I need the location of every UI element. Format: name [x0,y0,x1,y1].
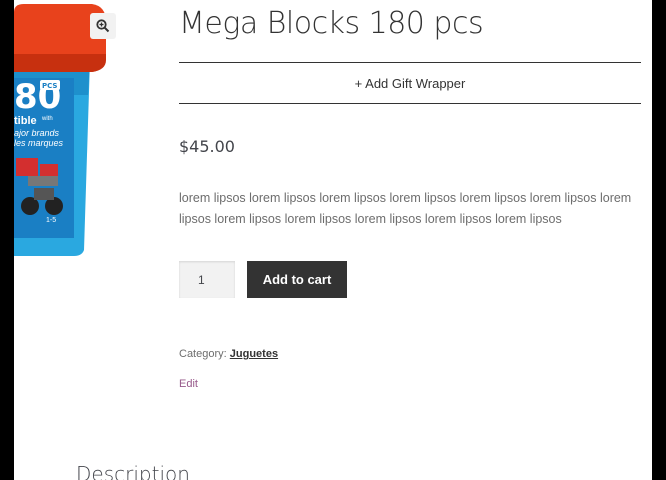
box-text-1: tible [14,115,37,127]
add-to-cart-button[interactable]: Add to cart [247,261,347,298]
zoom-button[interactable] [90,13,116,39]
product-price: $45.00 [179,137,235,156]
product-title: Mega Blocks 180 pcs [179,6,484,41]
add-gift-wrapper-button[interactable]: + Add Gift Wrapper [179,62,641,104]
category-label: Category: [179,348,227,360]
tab-description[interactable]: Description [76,462,190,480]
product-page: 80 PCS tible with ajor brands les marque… [14,0,652,480]
product-short-description: lorem lipsos lorem lipsos lorem lipsos l… [179,191,632,226]
box-badge: PCS [42,82,57,90]
product-image-graphic: 80 PCS tible with ajor brands les marque… [14,4,106,256]
edit-link[interactable]: Edit [179,378,198,390]
box-text-2: with [41,116,53,122]
box-text-3: ajor brands [14,128,60,138]
box-age: 1-5 [46,217,56,224]
gift-wrapper-label: + Add Gift Wrapper [354,75,466,91]
zoom-in-icon [96,19,110,33]
product-meta: Category: Juguetes [179,348,278,360]
product-image[interactable]: 80 PCS tible with ajor brands les marque… [14,0,124,262]
category-link[interactable]: Juguetes [230,348,278,360]
quantity-input[interactable] [179,261,235,298]
box-text-4: les marques [14,138,64,148]
